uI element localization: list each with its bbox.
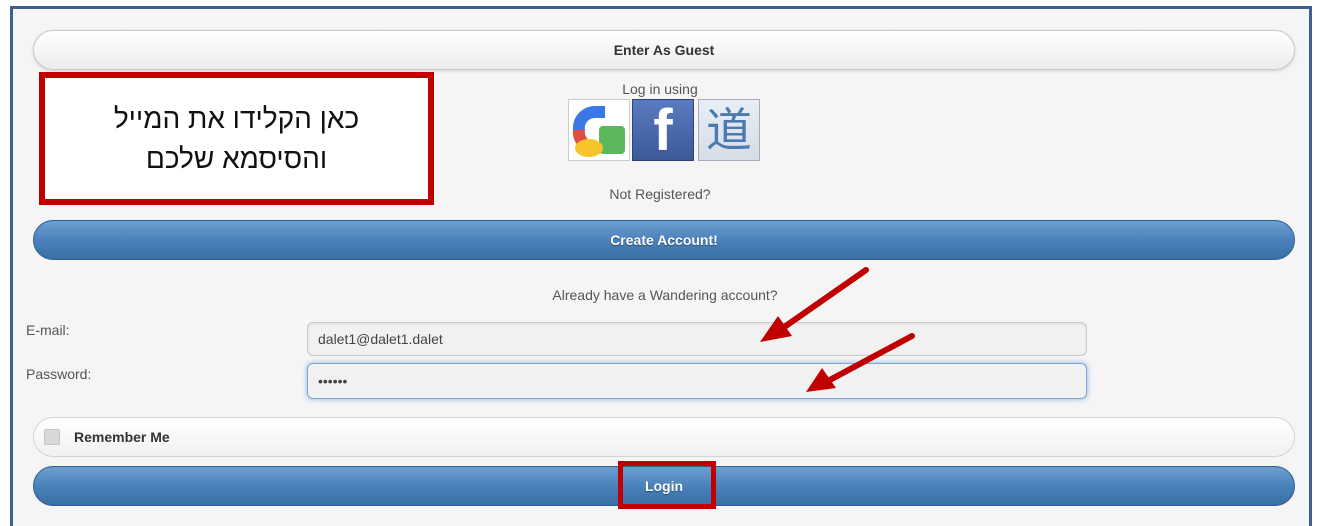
callout-line-1: כאן הקלידו את המייל bbox=[113, 102, 360, 134]
login-button-label: Login bbox=[644, 478, 684, 494]
dao-icon[interactable]: 道 bbox=[698, 99, 760, 161]
google-icon[interactable] bbox=[568, 99, 630, 161]
create-account-button[interactable]: Create Account! bbox=[33, 220, 1295, 260]
callout-line-2: והסיסמא שלכם bbox=[145, 142, 328, 174]
already-have-account-label: Already have a Wandering account? bbox=[552, 287, 778, 303]
password-label: Password: bbox=[26, 366, 92, 382]
instruction-callout: כאן הקלידו את המייל והסיסמא שלכם bbox=[39, 72, 434, 205]
enter-as-guest-button[interactable]: Enter As Guest bbox=[33, 30, 1295, 70]
login-using-label: Log in using bbox=[622, 81, 698, 97]
google-logo-graphic bbox=[569, 100, 629, 160]
not-registered-label: Not Registered? bbox=[609, 186, 711, 202]
remember-me-label: Remember Me bbox=[74, 429, 170, 445]
email-label: E-mail: bbox=[26, 322, 70, 338]
login-button[interactable]: Login bbox=[33, 466, 1295, 506]
remember-me-row[interactable]: Remember Me bbox=[33, 417, 1295, 457]
password-field[interactable] bbox=[307, 363, 1087, 399]
facebook-icon[interactable]: f bbox=[632, 99, 694, 161]
remember-me-checkbox[interactable] bbox=[44, 429, 60, 445]
email-field[interactable] bbox=[307, 322, 1087, 356]
